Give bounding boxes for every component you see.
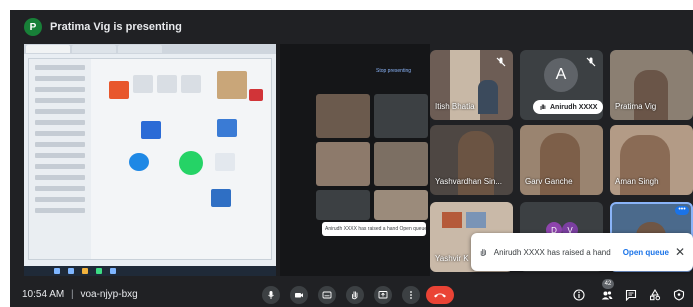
chat-icon — [625, 289, 637, 301]
meeting-info: 10:54 AM | voa-njyp-bxg — [22, 289, 138, 300]
app-tile-icon — [133, 75, 153, 93]
camera-icon — [295, 293, 303, 298]
activities-button[interactable] — [648, 288, 662, 302]
whatsapp-icon — [179, 151, 203, 175]
browser-tab — [118, 45, 162, 53]
browser-tab — [26, 45, 70, 53]
raise-hand-icon — [352, 291, 358, 300]
mic-icon — [268, 291, 274, 299]
bottom-bar: 10:54 AM | voa-njyp-bxg 42 — [10, 279, 693, 307]
app-tile-icon — [157, 75, 177, 93]
more-options-button[interactable] — [402, 286, 420, 304]
toast-close-button[interactable]: ✕ — [675, 246, 685, 258]
captions-button[interactable] — [318, 286, 336, 304]
start-menu — [28, 58, 272, 260]
open-queue-button[interactable]: Open queue — [623, 248, 669, 257]
raise-hand-button[interactable] — [346, 286, 364, 304]
raised-hand-toast: Anirudh XXXX has raised a hand Open queu… — [471, 233, 693, 271]
mic-off-icon — [496, 57, 506, 67]
participant-tile[interactable]: Pratima Vig — [610, 50, 693, 120]
meeting-code: voa-njyp-bxg — [80, 289, 138, 300]
app-tile-icon — [141, 121, 161, 139]
app-tile-icon — [215, 153, 235, 171]
people-icon — [601, 291, 613, 300]
app-tile-icon — [249, 89, 263, 101]
meeting-details-button[interactable] — [572, 288, 586, 302]
participant-tile[interactable]: Garv Ganche — [520, 125, 603, 195]
browser-tab — [72, 45, 116, 53]
participant-tile[interactable]: Itish Bhatia — [430, 50, 513, 120]
captions-icon — [322, 291, 332, 299]
raise-hand-icon — [540, 104, 546, 110]
participant-tile[interactable]: Yashvardhan Sin... — [430, 125, 513, 195]
mirrored-meet-view: Stop presenting Anirudh XXXX has raised … — [280, 44, 430, 276]
camera-button[interactable] — [290, 286, 308, 304]
shared-screen[interactable]: Stop presenting Anirudh XXXX has raised … — [24, 44, 430, 276]
host-controls-icon — [673, 289, 685, 301]
activities-icon — [650, 289, 661, 301]
participant-tile[interactable]: A Anirudh XXXX — [520, 50, 603, 120]
host-controls-button[interactable] — [672, 288, 686, 302]
more-options-icon — [410, 291, 412, 299]
participant-name: Anirudh XXXX — [550, 103, 598, 111]
people-button[interactable] — [600, 288, 614, 302]
mini-hand-toast: Anirudh XXXX has raised a hand Open queu… — [322, 222, 426, 236]
app-tile-icon — [109, 81, 129, 99]
shared-windows-desktop — [24, 44, 276, 276]
mic-off-icon — [586, 57, 596, 67]
participant-name: Garv Ganche — [525, 177, 573, 186]
app-tile-icon — [217, 119, 237, 137]
info-icon — [573, 289, 585, 301]
mic-button[interactable] — [262, 286, 280, 304]
presenter-avatar: P — [24, 18, 42, 36]
app-tile-icon — [129, 153, 149, 171]
separator: | — [71, 289, 74, 300]
present-icon — [378, 291, 388, 299]
participant-name: Itish Bhatia — [435, 102, 475, 111]
participant-name: Aman Singh — [615, 177, 659, 186]
end-call-icon — [434, 293, 446, 298]
mini-stop-presenting: Stop presenting — [376, 68, 412, 74]
windows-taskbar — [24, 266, 276, 276]
presenter-label: Pratima Vig is presenting — [50, 21, 182, 33]
raised-hand-pill: Anirudh XXXX — [533, 100, 603, 114]
app-tile-icon — [217, 71, 247, 99]
participant-name: Yashvardhan Sin... — [435, 177, 503, 186]
toast-message: Anirudh XXXX has raised a hand — [493, 247, 611, 257]
presenter-banner: P Pratima Vig is presenting — [24, 16, 182, 38]
present-button[interactable] — [374, 286, 392, 304]
participant-avatar: A — [544, 58, 578, 92]
start-menu-app-list — [29, 59, 91, 259]
chat-button[interactable] — [624, 288, 638, 302]
more-options-icon[interactable]: ••• — [675, 206, 689, 215]
app-tile-icon — [181, 75, 201, 93]
clock-time: 10:54 AM — [22, 289, 65, 300]
raise-hand-icon — [480, 249, 486, 256]
app-tile-icon — [211, 189, 231, 207]
meeting-window: P Pratima Vig is presenting Stop present… — [10, 10, 693, 307]
browser-tabs — [24, 44, 276, 54]
participant-tile[interactable]: Aman Singh — [610, 125, 693, 195]
participant-name: Yashvir K — [435, 254, 469, 263]
participant-name: Pratima Vig — [615, 102, 657, 111]
end-call-button[interactable] — [426, 286, 454, 304]
